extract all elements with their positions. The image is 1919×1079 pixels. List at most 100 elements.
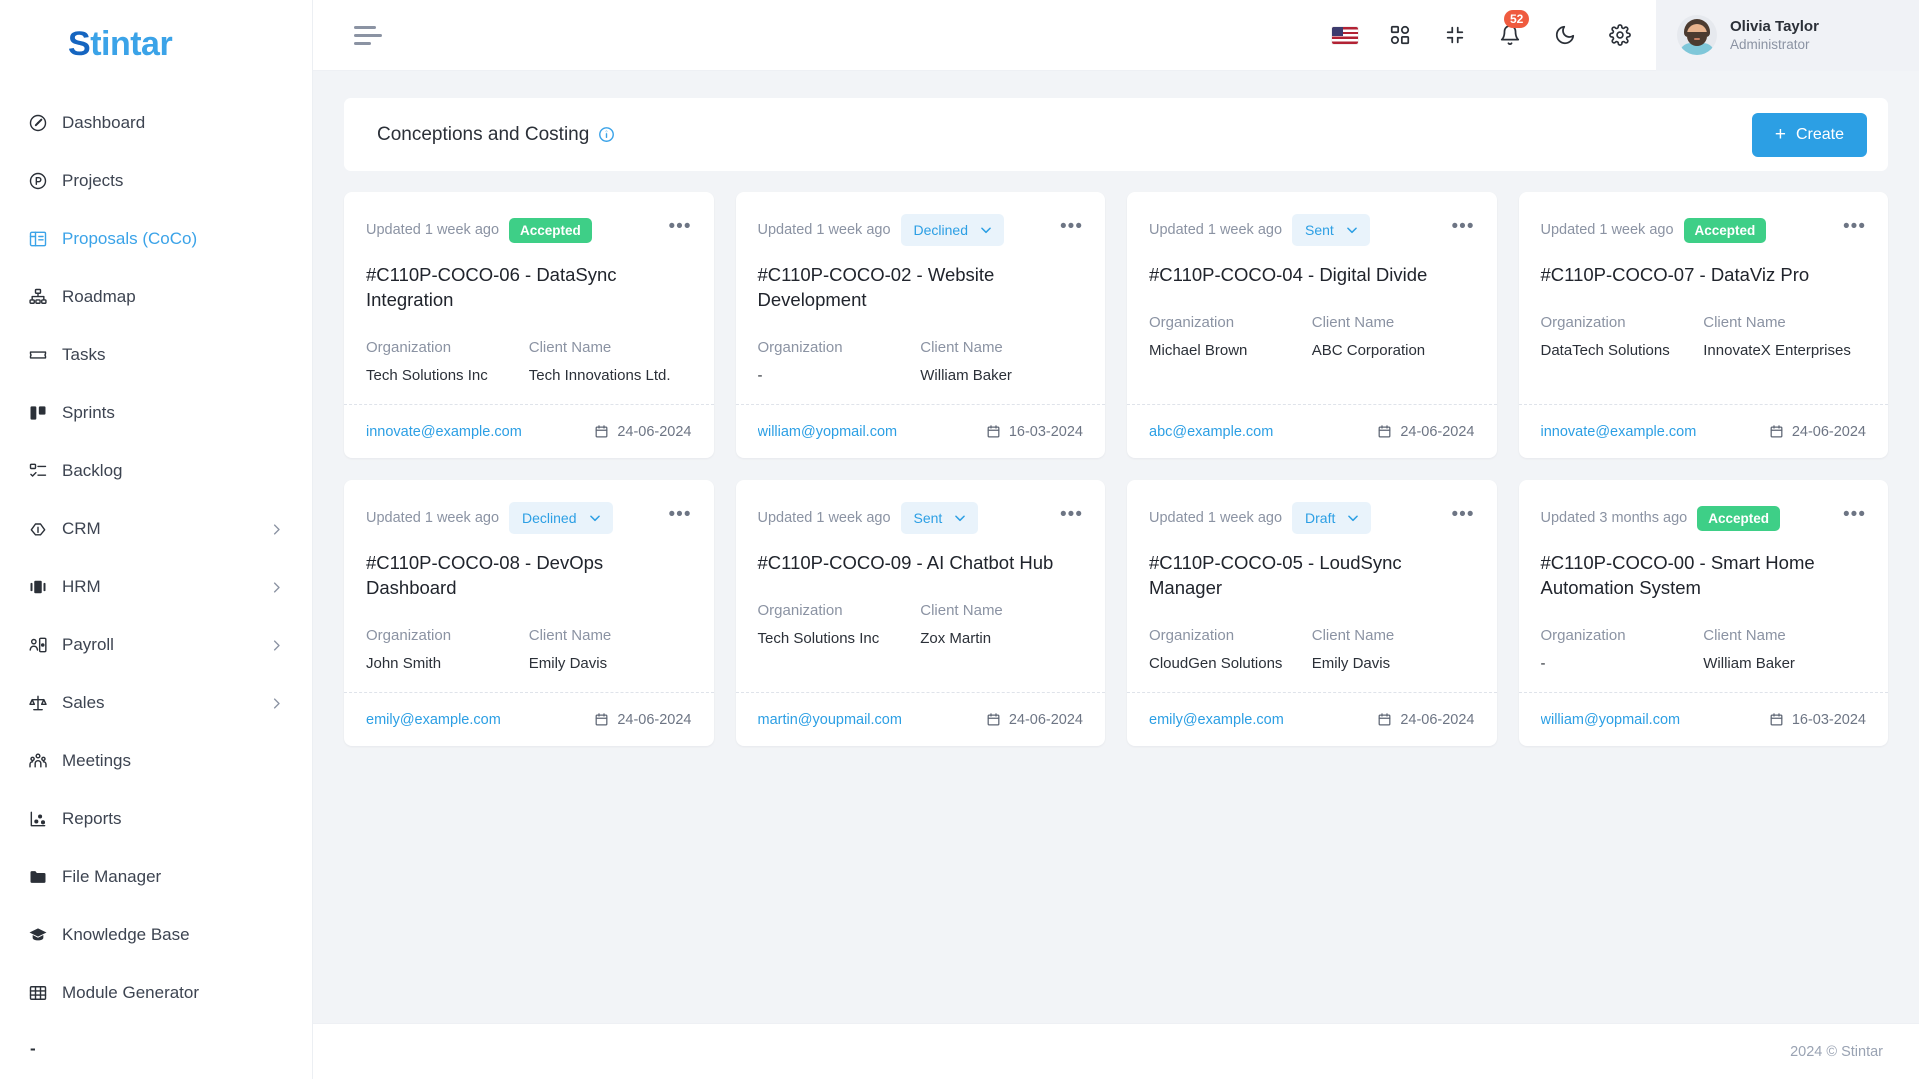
status-select[interactable]: Declined [900,214,1004,246]
chevron-right-icon[interactable] [269,580,284,595]
sidebar-item-crm[interactable]: CRM [0,500,312,558]
status-select[interactable]: Sent [1292,214,1370,246]
updated-text: Updated 3 months ago [1540,510,1688,526]
card-date-text: 24-06-2024 [617,423,692,440]
proposal-card[interactable]: Updated 1 week ago Accepted ••• #C110P-COCO… [344,192,714,458]
card-date-text: 24-06-2024 [1400,711,1475,728]
chevron-right-icon[interactable] [269,638,284,653]
status-select[interactable]: Draft [1292,502,1372,534]
status-select[interactable]: Declined [509,502,613,534]
more-options-icon[interactable]: ••• [1060,217,1083,238]
card-title[interactable]: #C110P-COCO-07 - DataViz Pro [1541,262,1867,287]
more-options-icon[interactable]: ••• [1452,505,1475,526]
card-email-link[interactable]: innovate@example.com [1541,424,1697,440]
card-email-link[interactable]: emily@example.com [1149,712,1284,728]
more-options-icon[interactable]: ••• [1060,505,1083,526]
info-circle-icon[interactable] [598,126,615,143]
card-spacer [366,674,692,692]
sidebar-item-sprints[interactable]: Sprints [0,384,312,442]
sidebar-item-backlog[interactable]: Backlog [0,442,312,500]
proposal-card[interactable]: Updated 1 week ago Declined ••• #C110P-COCO… [735,192,1105,458]
organization-field: Organization - [1541,626,1704,674]
card-fields: Organization Tech Solutions Inc Client Nam… [758,601,1084,649]
card-email-link[interactable]: william@yopmail.com [1541,712,1681,728]
sidebar-item-projects[interactable]: Projects [0,152,312,210]
card-email-link[interactable]: martin@youpmail.com [758,712,902,728]
card-date: 24-06-2024 [1377,424,1475,440]
card-spacer [1149,674,1475,692]
sidebar-item-payroll[interactable]: Payroll [0,616,312,674]
logo-wordmark: tintar [90,24,173,63]
sidebar-item-dashboard[interactable]: Dashboard [0,94,312,152]
status-select[interactable]: Sent [900,502,979,534]
card-title[interactable]: #C110P-COCO-05 - LoudSync Manager [1149,550,1475,600]
sidebar-item-module-generator[interactable]: Module Generator [0,964,312,1022]
gear-icon[interactable] [1606,21,1634,49]
sidebar-item-meetings[interactable]: Meetings [0,732,312,790]
calendar-icon [1769,712,1784,727]
organization-label: Organization [1149,314,1235,331]
status-select-value: Declined [913,222,968,238]
sidebar-item-roadmap[interactable]: Roadmap [0,268,312,326]
proposal-card[interactable]: Updated 1 week ago Declined ••• #C110P-COCO… [344,480,714,746]
scales-icon [28,693,58,713]
moon-icon[interactable] [1551,21,1579,49]
plus-icon: + [1774,124,1786,145]
chevron-right-icon[interactable] [269,522,284,537]
sidebar-item-reports[interactable]: Reports [0,790,312,848]
user-menu[interactable]: Olivia Taylor Administrator [1656,0,1919,71]
card-title[interactable]: #C110P-COCO-08 - DevOps Dashboard [366,550,692,600]
proposal-card[interactable]: Updated 1 week ago Sent ••• #C110P-COCO-09 … [735,480,1105,746]
card-fields: Organization Michael Brown Client Name ABC … [1149,313,1475,361]
compress-icon[interactable] [1441,21,1469,49]
card-email-link[interactable]: william@yopmail.com [758,424,898,440]
people-card-icon [28,577,58,597]
client-label: Client Name [1311,627,1395,644]
card-header: Updated 1 week ago Sent ••• [758,502,1084,534]
proposal-card[interactable]: Updated 1 week ago Accepted ••• #C110P-COCO… [1518,192,1888,458]
page-title: Conceptions and Costing [377,124,615,146]
app-logo[interactable]: Stintar [0,0,312,88]
organization-label: Organization [366,339,452,356]
bell-icon[interactable]: 52 [1496,10,1530,49]
proposal-card[interactable]: Updated 1 week ago Draft ••• #C110P-COCO-05… [1127,480,1497,746]
card-email-link[interactable]: innovate@example.com [366,424,522,440]
status-badge: Accepted [1683,217,1767,243]
client-field: Client Name InnovateX Enterprises [1703,313,1866,361]
card-title[interactable]: #C110P-COCO-04 - Digital Divide [1149,262,1475,287]
card-title[interactable]: #C110P-COCO-02 - Website Development [758,262,1084,312]
create-button[interactable]: + Create [1751,112,1867,157]
sidebar-item-knowledge-base[interactable]: Knowledge Base [0,906,312,964]
card-spacer [758,386,1084,404]
status-select-value: Sent [913,510,943,526]
flag-us-icon[interactable] [1331,21,1359,49]
more-options-icon[interactable]: ••• [1452,217,1475,238]
card-spacer [1541,361,1867,404]
card-title[interactable]: #C110P-COCO-09 - AI Chatbot Hub [758,550,1084,575]
client-value: William Baker [1703,655,1795,672]
sidebar-item-hrm[interactable]: HRM [0,558,312,616]
handshake-icon [28,519,58,539]
more-options-icon[interactable]: ••• [669,505,692,526]
sidebar-item-tasks[interactable]: Tasks [0,326,312,384]
proposal-card[interactable]: Updated 3 months ago Accepted ••• #C110P-CO… [1518,480,1888,746]
more-options-icon[interactable]: ••• [669,217,692,238]
sidebar-item-proposals-coco[interactable]: Proposals (CoCo) [0,210,312,268]
card-title[interactable]: #C110P-COCO-00 - Smart Home Automation S… [1541,550,1867,600]
proposal-card[interactable]: Updated 1 week ago Sent ••• #C110P-COCO-04 … [1127,192,1497,458]
chevron-right-icon[interactable] [269,696,284,711]
avatar [1677,15,1717,55]
sidebar-nav: Dashboard Projects Proposals (CoCo) Roadmap… [0,88,312,1039]
card-email-link[interactable]: abc@example.com [1149,424,1273,440]
organization-field: Organization - [758,338,921,386]
card-header: Updated 1 week ago Accepted ••• [1541,214,1867,246]
client-field: Client Name Zox Martin [920,601,1083,649]
sidebar-item-sales[interactable]: Sales [0,674,312,732]
card-email-link[interactable]: emily@example.com [366,712,501,728]
card-title[interactable]: #C110P-COCO-06 - DataSync Integration [366,262,692,312]
more-options-icon[interactable]: ••• [1843,217,1866,238]
hamburger-icon[interactable] [354,25,382,45]
sidebar-item-file-manager[interactable]: File Manager [0,848,312,906]
more-options-icon[interactable]: ••• [1843,505,1866,526]
apps-grid-icon[interactable] [1386,21,1414,49]
